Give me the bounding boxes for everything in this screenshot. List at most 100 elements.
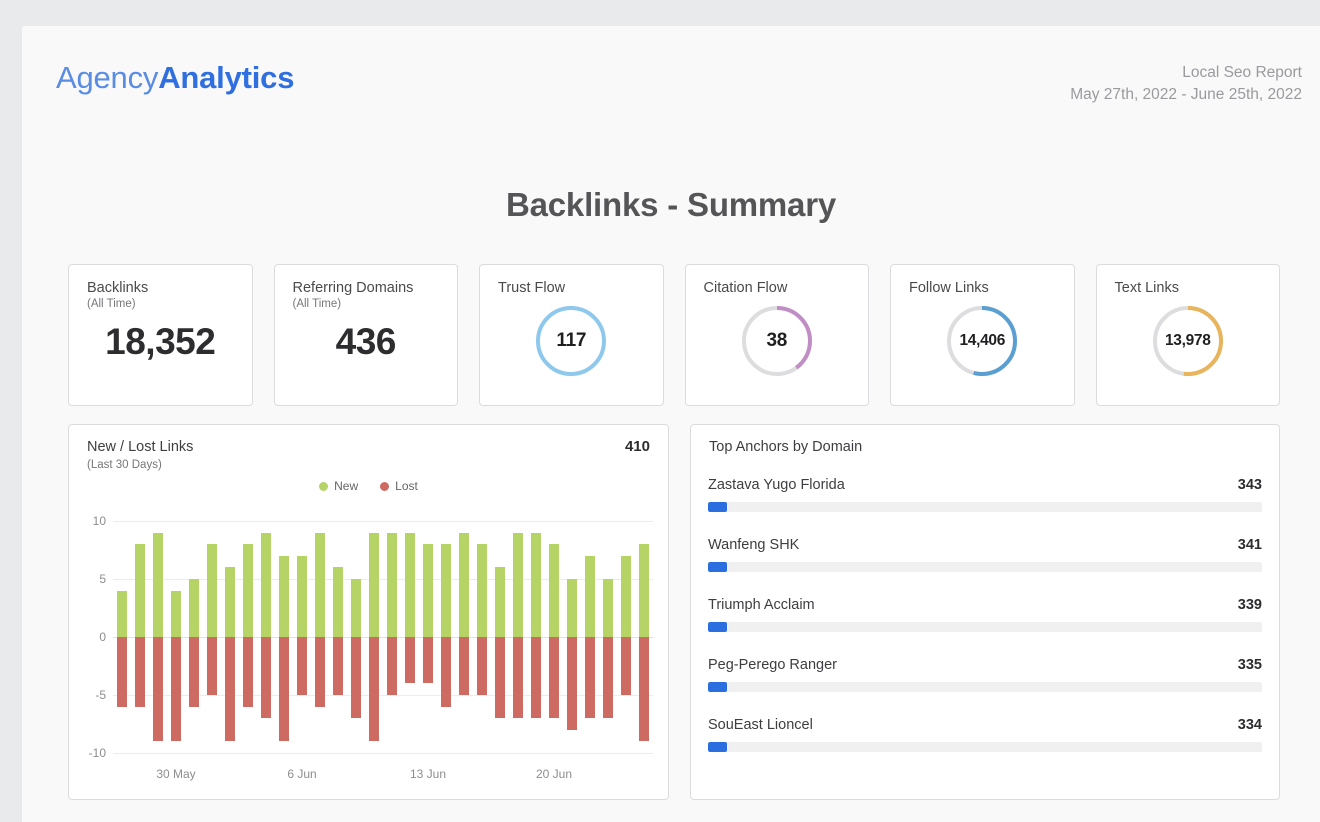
anchor-row: SouEast Lioncel 334 — [708, 717, 1262, 752]
kpi-card: Trust Flow 117 — [479, 264, 664, 406]
chart-total-value: 410 — [624, 438, 650, 455]
anchor-progress-track — [708, 562, 1262, 572]
kpi-card: Referring Domains (All Time) 436 — [273, 264, 458, 406]
anchor-progress-track — [708, 742, 1262, 752]
chart-x-tick-label: 30 May — [156, 767, 196, 781]
chart-x-axis-labels: 30 May 6 Jun 13 Jun 20 Jun — [113, 767, 653, 787]
kpi-title: Trust Flow — [498, 280, 566, 296]
kpi-value: 13,978 — [1164, 332, 1211, 349]
agencyanalytics-logo: AgencyAnalytics — [56, 60, 294, 96]
anchor-row: Peg-Perego Ranger 335 — [708, 657, 1262, 692]
chart-bar-group — [545, 521, 563, 753]
chart-bar-new — [530, 532, 542, 637]
kpi-card-row: Backlinks (All Time) 18,352 Referring Domai… — [68, 264, 1280, 406]
anchor-value: 341 — [1237, 537, 1262, 553]
chart-bar-lost — [350, 637, 362, 719]
chart-bar-group — [581, 521, 599, 753]
chart-bar-lost — [404, 637, 416, 684]
kpi-title: Citation Flow — [703, 280, 788, 296]
chart-bar-new — [512, 532, 524, 637]
chart-bar-lost — [386, 637, 398, 695]
kpi-value: 38 — [766, 330, 788, 351]
chart-bar-new — [242, 544, 254, 637]
logo-text-light: Agency — [56, 60, 159, 95]
chart-bar-lost — [440, 637, 452, 707]
anchor-name: Peg-Perego Ranger — [708, 657, 837, 673]
kpi-ring-wrapper: 14,406 — [891, 305, 1074, 377]
chart-bar-lost — [566, 637, 578, 730]
chart-bar-lost — [134, 637, 146, 707]
chart-bar-new — [296, 555, 308, 637]
logo-text-bold: Analytics — [158, 60, 295, 95]
chart-bar-lost — [620, 637, 632, 695]
kpi-value: 117 — [556, 330, 587, 351]
kpi-subtitle: (All Time) — [87, 298, 136, 310]
anchor-row: Zastava Yugo Florida 343 — [708, 477, 1262, 512]
kpi-card: Citation Flow 38 — [684, 264, 869, 406]
anchor-row-header: Zastava Yugo Florida 343 — [708, 477, 1262, 493]
chart-bar-group — [347, 521, 365, 753]
anchor-value: 339 — [1237, 597, 1262, 613]
kpi-title: Backlinks — [87, 280, 149, 296]
kpi-ring-wrapper: 117 — [480, 305, 663, 377]
anchor-progress-fill — [708, 502, 728, 512]
anchor-progress-track — [708, 502, 1262, 512]
chart-bar-group — [293, 521, 311, 753]
report-page: AgencyAnalytics Local Seo Report May 27t… — [22, 26, 1320, 822]
chart-bar-new — [476, 544, 488, 637]
chart-bar-lost — [116, 637, 128, 707]
chart-y-tick-label: 0 — [99, 630, 106, 644]
anchor-progress-track — [708, 622, 1262, 632]
chart-bar-lost — [530, 637, 542, 719]
page-title: Backlinks - Summary — [505, 186, 837, 223]
chart-bar-lost — [584, 637, 596, 719]
chart-bar-new — [386, 532, 398, 637]
chart-plot: 10 5 0 -5 -10 — [89, 514, 653, 760]
chart-bar-new — [170, 590, 182, 637]
progress-ring-icon: 117 — [535, 305, 607, 377]
chart-bar-lost — [278, 637, 290, 742]
chart-bar-lost — [458, 637, 470, 695]
anchor-name: Zastava Yugo Florida — [708, 477, 845, 493]
anchor-progress-fill — [708, 682, 727, 692]
chart-bar-lost — [260, 637, 272, 719]
chart-x-tick-label: 20 Jun — [535, 767, 573, 781]
chart-bar-lost — [602, 637, 614, 719]
anchors-title: Top Anchors by Domain — [709, 439, 863, 455]
chart-bar-group — [635, 521, 653, 753]
chart-bar-new — [224, 567, 236, 637]
anchor-row-header: Wanfeng SHK 341 — [708, 537, 1262, 553]
chart-bar-new — [134, 544, 146, 637]
chart-bar-new — [116, 590, 128, 637]
legend-label: New — [334, 479, 359, 493]
chart-bar-lost — [152, 637, 164, 742]
chart-bar-group — [239, 521, 257, 753]
chart-bar-group — [329, 521, 347, 753]
chart-x-tick-label: 6 Jun — [287, 767, 317, 781]
report-name: Local Seo Report — [1182, 64, 1302, 81]
anchor-value: 343 — [1237, 477, 1262, 493]
chart-bar-lost — [422, 637, 434, 684]
chart-bar-group — [221, 521, 239, 753]
chart-bar-new — [350, 579, 362, 637]
chart-bar-group — [491, 521, 509, 753]
kpi-title: Text Links — [1114, 280, 1179, 296]
anchor-value: 334 — [1237, 717, 1262, 733]
chart-bar-new — [440, 544, 452, 637]
anchor-name: SouEast Lioncel — [708, 717, 813, 733]
chart-bar-lost — [296, 637, 308, 695]
kpi-ring-wrapper: 38 — [686, 305, 869, 377]
chart-title: New / Lost Links — [87, 439, 194, 455]
anchor-row: Triumph Acclaim 339 — [708, 597, 1262, 632]
kpi-title: Follow Links — [909, 280, 989, 296]
chart-bar-lost — [512, 637, 524, 719]
kpi-value: 436 — [335, 321, 397, 362]
chart-bar-new — [332, 567, 344, 637]
chart-bar-new — [152, 532, 164, 637]
chart-bar-group — [203, 521, 221, 753]
legend-label: Lost — [395, 479, 418, 493]
kpi-card: Text Links 13,978 — [1095, 264, 1280, 406]
chart-bar-new — [260, 532, 272, 637]
new-lost-links-card: New / Lost Links (Last 30 Days) 410 New L… — [68, 424, 669, 800]
chart-y-tick-label: 5 — [99, 572, 106, 586]
